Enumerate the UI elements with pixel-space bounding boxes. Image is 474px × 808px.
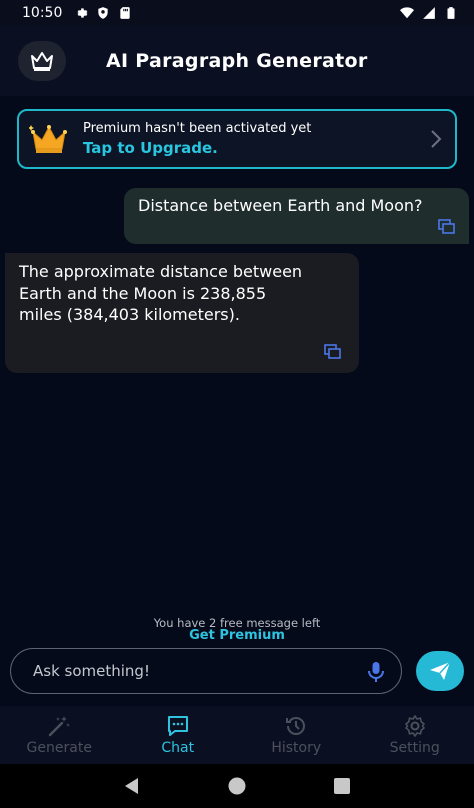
nav-generate-label: Generate [26, 740, 92, 756]
app-bar: AI Paragraph Generator [0, 26, 474, 96]
premium-upgrade-banner[interactable]: Premium hasn't been activated yet Tap to… [17, 109, 457, 169]
user-message-bubble: Distance between Earth and Moon? [124, 188, 469, 244]
chat-icon [166, 714, 190, 738]
back-icon[interactable] [121, 775, 143, 797]
wifi-icon [400, 6, 414, 20]
nav-chat[interactable]: Chat [119, 706, 238, 764]
message-input[interactable] [33, 662, 353, 680]
status-bar: 10:50 [0, 0, 474, 26]
nav-history-label: History [271, 740, 322, 756]
nav-generate[interactable]: Generate [0, 706, 119, 764]
nav-history[interactable]: History [237, 706, 356, 764]
copy-icon[interactable] [324, 344, 341, 359]
bottom-navigation: Generate Chat History Setting [0, 706, 474, 764]
chat-area: Premium hasn't been activated yet Tap to… [0, 96, 474, 706]
send-button[interactable] [416, 651, 464, 691]
home-icon[interactable] [226, 775, 248, 797]
get-premium-link[interactable]: Get Premium [0, 628, 474, 643]
nav-setting[interactable]: Setting [356, 706, 474, 764]
app-title: AI Paragraph Generator [106, 50, 368, 72]
settings-status-icon [74, 6, 88, 20]
microphone-icon[interactable] [367, 661, 385, 683]
upgrade-link[interactable]: Tap to Upgrade. [83, 139, 311, 157]
bot-message-text: The approximate distance between Earth a… [19, 262, 303, 324]
chevron-right-icon [429, 129, 443, 149]
nav-setting-label: Setting [389, 740, 440, 756]
crown-icon [31, 52, 53, 71]
battery-icon [444, 6, 458, 20]
sdcard-status-icon [118, 6, 132, 20]
premium-crown-button[interactable] [18, 41, 66, 81]
status-time: 10:50 [22, 5, 63, 21]
shield-status-icon [96, 6, 110, 20]
send-icon [430, 661, 451, 680]
signal-icon [422, 6, 436, 20]
system-navigation-bar [0, 764, 474, 808]
bot-message-bubble: The approximate distance between Earth a… [5, 253, 359, 373]
gear-icon [403, 714, 427, 738]
nav-chat-label: Chat [161, 740, 195, 756]
magic-wand-icon [47, 714, 71, 738]
premium-status-text: Premium hasn't been activated yet [83, 121, 312, 136]
message-input-container [10, 648, 402, 694]
recents-icon[interactable] [331, 775, 353, 797]
history-icon [284, 714, 308, 738]
copy-icon[interactable] [438, 219, 455, 234]
gold-crown-icon [27, 122, 71, 156]
user-message-text: Distance between Earth and Moon? [138, 196, 423, 215]
